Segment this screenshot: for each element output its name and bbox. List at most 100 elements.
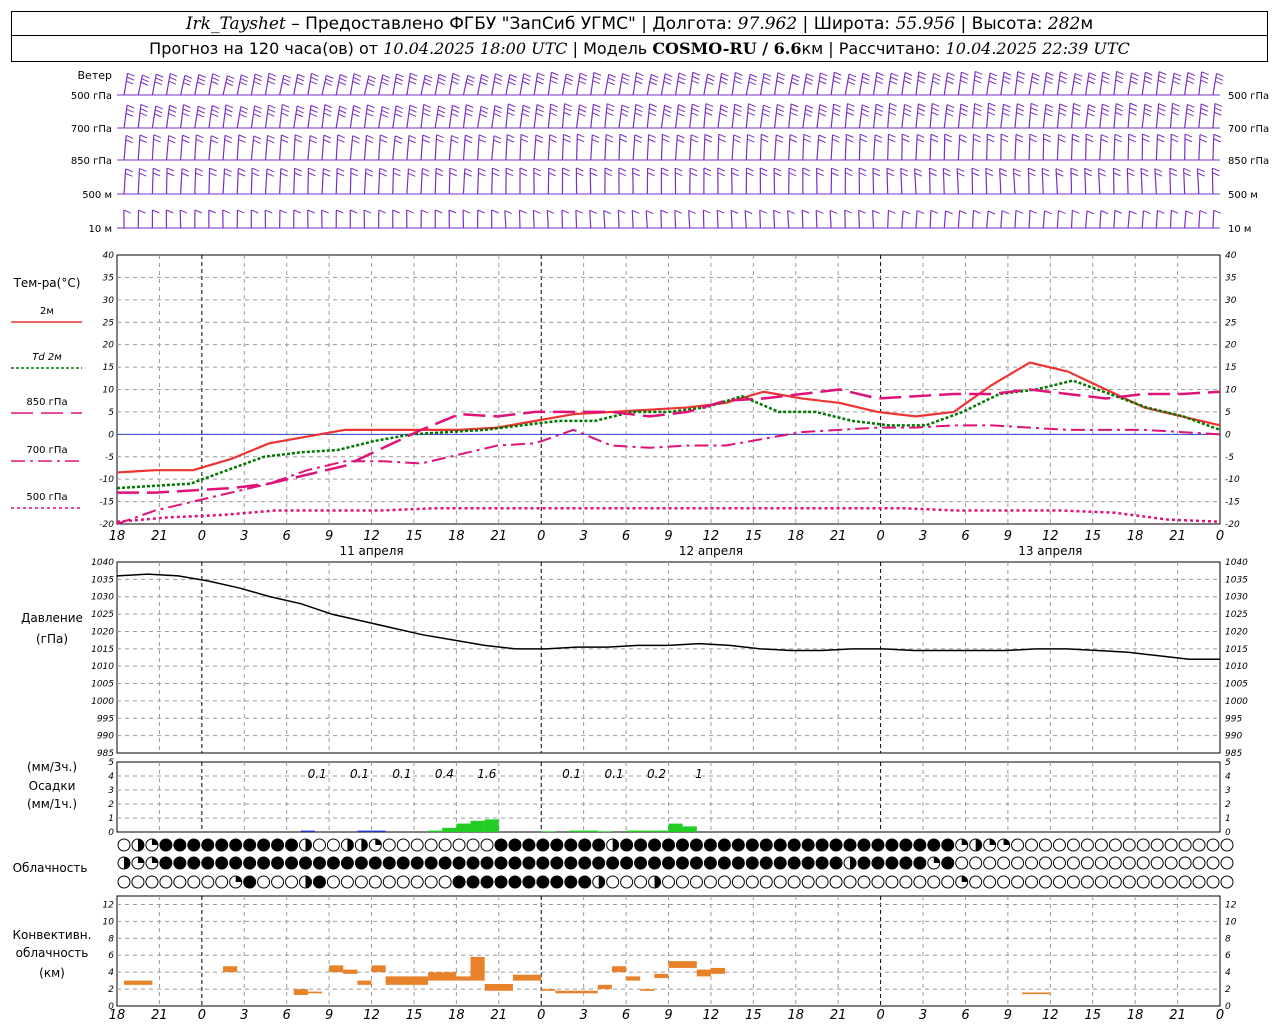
wind-barb-feather <box>506 167 514 172</box>
wind-barb-staff <box>689 104 693 129</box>
wind-barb-staff <box>887 210 890 229</box>
wind-barb-feather <box>749 77 757 82</box>
convective-cloud-bar <box>371 965 386 973</box>
wind-barb-feather <box>605 138 614 143</box>
wind-barb-feather <box>1003 75 1011 80</box>
wind-barb-feather <box>917 112 925 117</box>
wind-barb-feather <box>733 112 742 117</box>
wind-barb-feather <box>762 108 771 113</box>
wind-barb-feather <box>844 209 852 214</box>
wind-barb-feather <box>1113 172 1121 177</box>
wind-barb-feather <box>989 76 997 81</box>
wind-barb-staff <box>674 104 680 129</box>
wind-barb-feather <box>848 73 857 78</box>
wind-barb-feather <box>1059 103 1068 108</box>
wind-barb-feather <box>805 77 814 81</box>
wind-barb-staff <box>731 72 736 96</box>
wind-barb-staff <box>1070 73 1076 96</box>
wind-barb-staff <box>872 104 877 129</box>
wind-barb-staff <box>745 103 750 129</box>
cloud-symbol-clear <box>326 838 340 852</box>
cloud-symbol-overcast <box>829 838 843 852</box>
wind-barb-feather <box>971 172 980 177</box>
wind-barb-feather <box>829 210 838 214</box>
wind-barb-feather <box>367 82 375 87</box>
wind-barb-feather <box>1059 107 1067 112</box>
cloud-symbol-clear <box>117 838 131 852</box>
wind-barb-feather <box>493 80 502 85</box>
cloud-symbol-overcast <box>201 856 215 870</box>
wind-barb-staff <box>547 72 553 96</box>
y-tick-label-right: 0 <box>1225 828 1231 838</box>
wind-barb-feather <box>647 167 655 172</box>
wind-barb-feather <box>632 167 640 172</box>
wind-barb-feather <box>608 73 616 78</box>
wind-barb-feather <box>522 77 531 81</box>
wind-barb-feather <box>280 172 288 177</box>
meteogram-chart: Ветер500 гПа 500 гПа700 гПа 700 гПа850 гПа… <box>11 69 1269 1023</box>
convective-cloud-bar <box>611 966 627 973</box>
y-tick-label-left: 995 <box>97 714 114 724</box>
x-tick-label: 15 <box>745 1008 762 1023</box>
wind-barb-feather <box>437 81 445 86</box>
cloud-symbol-clear <box>326 875 340 889</box>
cloud-symbol-overcast <box>857 838 871 852</box>
wind-barb-feather <box>251 167 260 172</box>
convective-cloud-bar <box>626 976 641 981</box>
x-tick-label: 0 <box>1216 529 1224 544</box>
wind-barb-feather <box>1044 112 1053 117</box>
wind-barb-feather <box>323 168 331 173</box>
wind-barb-feather <box>1159 71 1167 76</box>
y-tick-label-left: 1020 <box>91 627 114 637</box>
wind-barb-feather <box>352 80 360 85</box>
wind-barb-staff <box>1155 210 1158 229</box>
wind-barb-feather <box>1115 103 1124 108</box>
wind-barb-feather <box>917 134 925 138</box>
wind-barb-staff <box>886 168 889 195</box>
wind-barb-staff <box>448 168 451 195</box>
wind-barb-feather <box>138 209 146 214</box>
wind-barb-staff <box>844 103 849 129</box>
precip-unit-1h: (мм/1ч.) <box>27 797 77 811</box>
wind-barb-feather <box>648 134 656 139</box>
cloud-symbol-overcast <box>508 875 522 889</box>
wind-barb-feather <box>337 134 345 139</box>
wind-barb-staff <box>363 168 367 195</box>
cloud-symbol-clear <box>1192 875 1206 889</box>
x-tick-label: 21 <box>491 1008 508 1023</box>
cloud-symbol-clear <box>759 875 773 889</box>
cloud-symbol-overcast <box>550 856 564 870</box>
cloud-symbol-overcast <box>759 838 773 852</box>
wind-barb-feather <box>294 172 302 177</box>
wind-barb-feather <box>561 209 570 214</box>
wind-barb-feather <box>381 81 389 86</box>
convective-cloud-bar <box>124 980 153 985</box>
convective-cloud-bar <box>428 972 457 981</box>
cloud-symbol-overcast <box>578 856 592 870</box>
wind-barb-staff <box>1099 134 1102 161</box>
cloud-symbol-clear <box>424 838 438 852</box>
y-tick-label-left: 1010 <box>91 662 114 672</box>
wind-barb-feather <box>536 80 544 85</box>
wind-barb-feather <box>776 80 784 85</box>
cloud-symbol-clear <box>997 856 1011 870</box>
wind-barb-feather <box>761 133 769 138</box>
wind-barb-feather <box>632 172 640 177</box>
wind-barb-staff <box>208 168 211 195</box>
x-tick-label: 15 <box>1084 529 1101 544</box>
wind-barb-feather <box>789 134 798 139</box>
wind-barb-staff <box>575 134 578 161</box>
wind-barb-feather <box>816 172 824 177</box>
wind-barb-feather <box>717 209 725 214</box>
wind-barb-feather <box>409 108 417 113</box>
wind-barb-staff <box>590 104 594 129</box>
wind-barb-feather <box>903 108 912 113</box>
wind-barb-feather <box>139 168 147 172</box>
wind-barb-feather <box>563 133 571 138</box>
wind-barb-feather <box>707 73 715 78</box>
wind-barb-feather <box>692 71 701 76</box>
wind-barb-feather <box>803 138 811 143</box>
wind-barb-feather <box>409 76 417 81</box>
precip-bar <box>569 830 584 832</box>
wind-barb-feather <box>1058 138 1066 143</box>
